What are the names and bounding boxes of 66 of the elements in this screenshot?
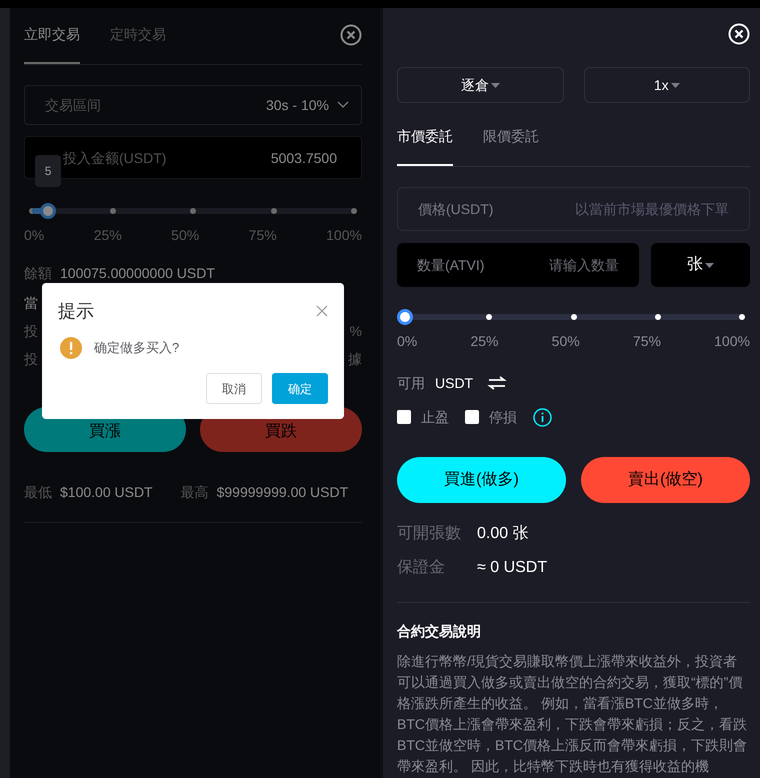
row-label: 投 xyxy=(24,322,38,339)
dialog-message: 确定做多买入? xyxy=(94,339,180,358)
close-icon[interactable] xyxy=(340,24,362,46)
tab[interactable]: 立即交易 xyxy=(24,24,80,64)
limit-value: $100.00 USDT xyxy=(60,483,153,502)
dropdown[interactable]: 1x xyxy=(584,67,750,103)
quantity-input[interactable]: 请输入数量 xyxy=(519,255,619,275)
caret-icon xyxy=(490,82,500,88)
dialog-button[interactable]: 取消 xyxy=(206,373,262,404)
stat-label: 可開張數 xyxy=(397,524,461,544)
slider-label: 0% xyxy=(24,226,44,245)
slider-label: 100% xyxy=(326,226,362,245)
limit-label: 最低 xyxy=(24,483,52,502)
slider-thumb[interactable] xyxy=(397,309,413,325)
info-paragraph: 除進行幣幣/現貨交易賺取幣價上漲帶來收益外，投資者可以通過買入做多或賣出做空的合約交易，獲取“標的”價格漲跌所產生的收益。 例如，當看漲BTC並做多時，BTC價格上漲會帶來盈利，下跌會帶來虧損；反之，看跌BTC並做空時，BTC價格上漲反而會帶來虧損，下跌則會帶來盈利。 因此，比特幣下跌時也有獲得收益的機 xyxy=(397,652,748,776)
balance-label: 餘額 xyxy=(24,264,52,283)
unit-dropdown[interactable]: 张 xyxy=(651,243,750,287)
limit-label: 最高 xyxy=(180,483,209,502)
caret-icon xyxy=(670,82,680,88)
stat-label: 保證金 xyxy=(397,558,446,578)
caret-icon xyxy=(705,262,714,268)
slider-label: 25% xyxy=(94,226,122,245)
trade-button[interactable]: 賣出(做空) xyxy=(581,457,750,503)
stat-value: 0.00 张 xyxy=(477,524,529,544)
slider-tooltip: 5 xyxy=(35,155,62,187)
price-field[interactable]: 價格(USDT) 以當前市場最優價格下單 xyxy=(397,187,750,231)
dialog-title: 提示 xyxy=(58,300,94,323)
row-label: 投 xyxy=(24,350,38,367)
row-label: 當 xyxy=(24,294,38,311)
stat-value: ≈ 0 USDT xyxy=(477,558,548,578)
slider-label: 75% xyxy=(632,332,661,351)
available-value: USDT xyxy=(435,374,474,393)
slider-thumb[interactable] xyxy=(40,203,56,219)
chevron-down-icon xyxy=(337,101,349,109)
tab[interactable]: 限價委託 xyxy=(483,126,539,166)
row-value: 據 xyxy=(348,350,362,367)
row-value: % xyxy=(350,322,362,339)
slider-label: 100% xyxy=(714,332,750,351)
checkbox[interactable] xyxy=(465,410,479,424)
amount-value: 5003.7500 xyxy=(270,148,337,168)
quantity-label: 数量(ATVI) xyxy=(417,256,484,275)
swap-icon[interactable] xyxy=(487,375,508,391)
balance-value: 100075.00000000 USDT xyxy=(60,264,215,283)
price-input[interactable]: 以當前市場最優價格下單 xyxy=(529,199,729,219)
slider-label: 75% xyxy=(248,226,277,245)
warning-icon xyxy=(60,337,82,359)
quantity-field[interactable]: 数量(ATVI) 请输入数量 xyxy=(397,243,639,287)
checkbox-label: 停損 xyxy=(489,408,517,427)
trade-button[interactable]: 買進(做多) xyxy=(397,457,566,503)
tab[interactable]: 市價委託 xyxy=(397,126,453,166)
slider-label: 0% xyxy=(397,332,418,351)
amount-label: 投入金额(USDT) xyxy=(63,148,166,168)
limit-value: $99999999.00 USDT xyxy=(216,483,348,502)
slider-label: 50% xyxy=(552,332,580,351)
checkbox[interactable] xyxy=(397,410,411,424)
info-title: 合約交易說明 xyxy=(397,622,482,641)
available-label: 可用 xyxy=(397,374,425,393)
checkbox-label: 止盈 xyxy=(421,408,449,427)
interval-label: 交易區间 xyxy=(45,96,101,115)
interval-value: 30s - 10% xyxy=(266,96,329,115)
slider-label: 25% xyxy=(470,332,498,351)
dropdown[interactable]: 逐倉 xyxy=(397,67,564,103)
slider-label: 50% xyxy=(171,226,200,245)
interval-select[interactable]: 交易區间 30s - 10% xyxy=(24,85,362,125)
info-icon[interactable] xyxy=(533,408,552,426)
price-label: 價格(USDT) xyxy=(418,200,494,219)
